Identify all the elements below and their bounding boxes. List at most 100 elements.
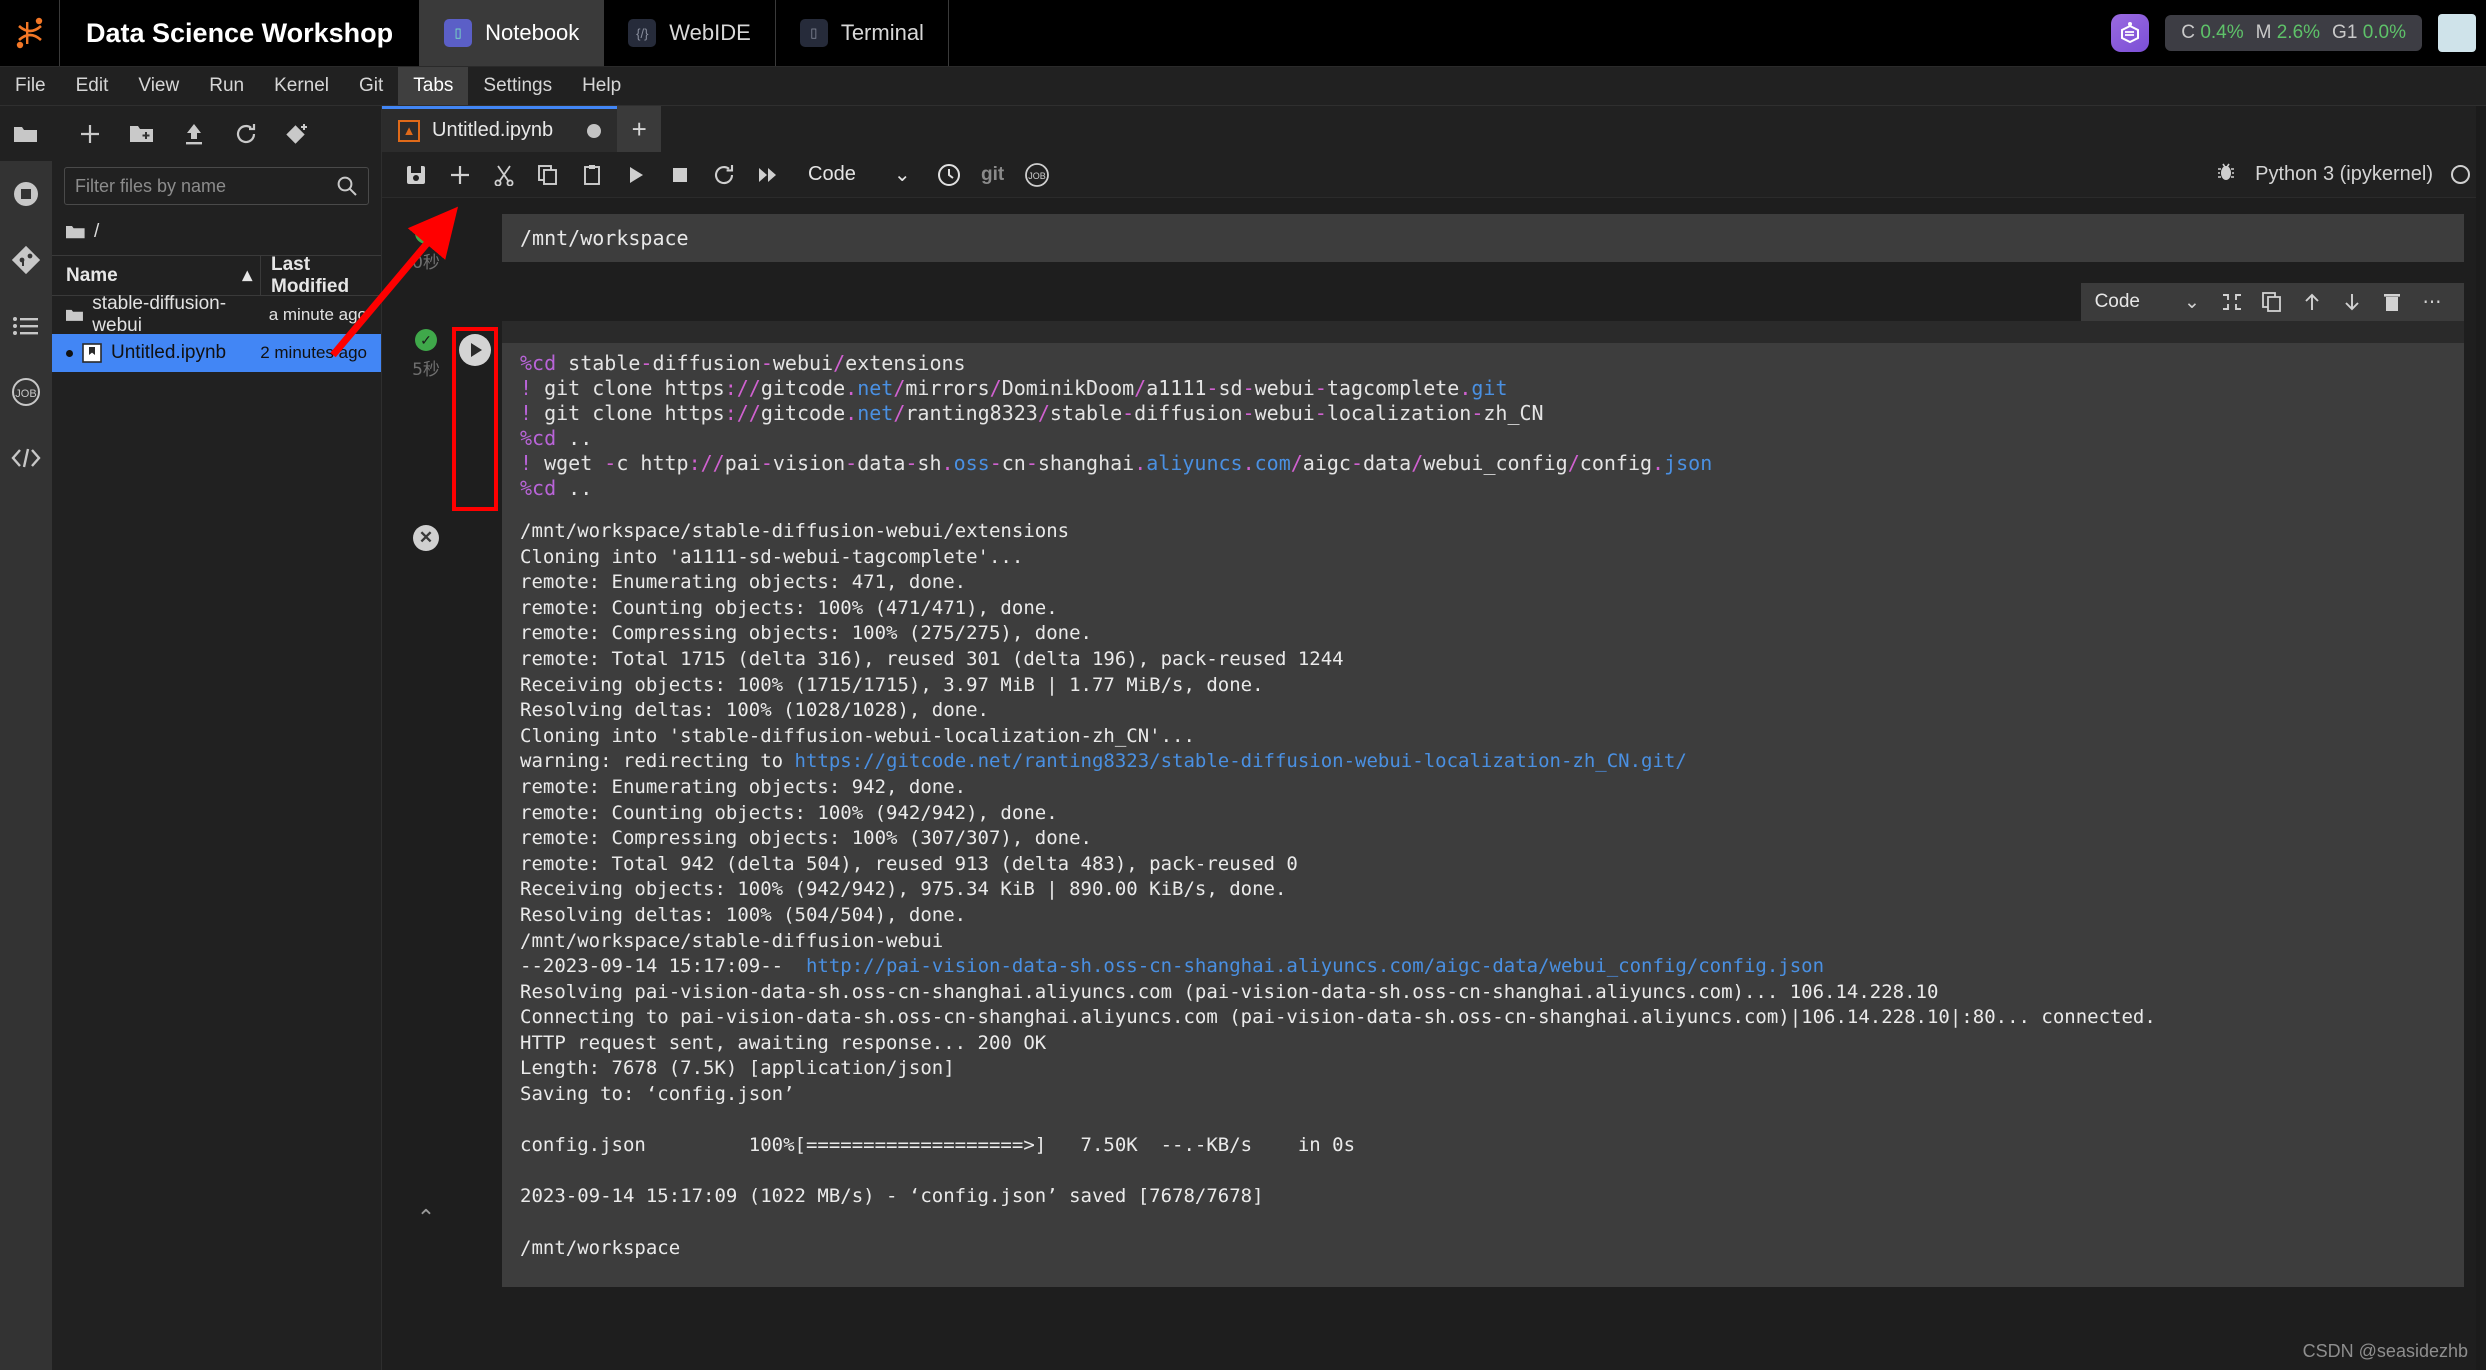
menubar: File Edit View Run Kernel Git Tabs Setti… [0,67,2486,106]
cell-toolbar-type[interactable]: Code [2095,291,2140,313]
rail-item-toc[interactable] [0,293,52,359]
jupyter-logo-icon[interactable] [0,0,60,66]
bug-icon[interactable] [2215,161,2237,189]
cell-type-select[interactable]: Code ⌄ [808,162,911,187]
breadcrumb[interactable]: / [52,215,381,255]
cell-2-exec-time: 5秒 [412,360,440,380]
table-row[interactable]: Untitled.ipynb 2 minutes ago [52,334,381,372]
svg-text:JOB: JOB [1028,171,1046,181]
jupyterlab-window: Data Science Workshop ▯ Notebook {/} Web… [0,0,2486,1370]
menu-edit[interactable]: Edit [61,67,124,105]
resource-usage-indicator[interactable]: C 0.4% M 2.6% G1 0.0% [2165,15,2422,51]
output-link[interactable]: https://gitcode.net/ranting8323/stable-d… [795,750,1687,772]
column-modified[interactable]: Last Modified [261,254,381,298]
output-line: Receiving objects: 100% (942/942), 975.3… [520,878,1287,901]
output-line: Resolving deltas: 100% (1028/1028), done… [520,699,989,722]
upload-icon [186,123,202,144]
code-cell-source[interactable]: %cd stable-diffusion-webui/extensions ! … [502,343,2464,511]
refresh-button[interactable] [220,112,272,156]
rail-item-file-browser[interactable] [0,106,52,161]
search-input[interactable] [75,175,336,197]
notebook-cell-2[interactable]: ✓ 5秒 Code ⌄ ⋯ %cd stable-diffusion-webui… [404,283,2464,511]
more-icon[interactable]: ⋯ [2414,286,2450,318]
job-button[interactable]: JOB [1015,155,1059,195]
code-line-3: ! git clone https://gitcode.net/ranting8… [520,401,1544,425]
table-row[interactable]: stable-diffusion-webui a minute ago [52,293,381,336]
collapse-output-icon[interactable]: ⌃ [417,1205,435,1287]
add-tab-button[interactable]: + [617,106,662,152]
folder-icon [66,226,85,239]
table-of-contents-icon [13,317,38,335]
file-filter[interactable] [64,167,369,205]
search-icon [337,176,357,196]
notebook-editor: ▲ Untitled.ipynb + Code ⌄ git JOB Python… [382,106,2486,1370]
move-down-icon[interactable] [2334,286,2370,318]
run-cell-button[interactable] [614,155,658,195]
menu-kernel[interactable]: Kernel [259,67,344,105]
cell-1-output-text: /mnt/workspace [520,226,689,250]
top-nav-webide[interactable]: {/} WebIDE [604,0,776,66]
trash-icon[interactable] [2374,286,2410,318]
user-avatar-icon[interactable] [2438,14,2476,52]
chevron-down-icon[interactable]: ⌄ [2174,286,2210,318]
cell-2-output-area: ✕ ⌃ /mnt/workspace/stable-diffusion-webu… [404,511,2464,1288]
move-up-icon[interactable] [2294,286,2330,318]
paste-cell-button[interactable] [570,155,614,195]
rail-item-jobs[interactable]: JOB [0,359,52,425]
menu-settings[interactable]: Settings [468,67,567,105]
restart-kernel-button[interactable] [702,155,746,195]
interrupt-kernel-button[interactable] [658,155,702,195]
column-name-label: Name [66,264,118,286]
menu-run[interactable]: Run [194,67,259,105]
output-line: remote: Total 1715 (delta 316), reused 3… [520,647,1344,670]
top-nav: ▯ Notebook {/} WebIDE ▯ Terminal [420,0,949,66]
insert-cell-button[interactable] [438,155,482,195]
rail-item-running[interactable] [0,161,52,227]
cut-cell-button[interactable] [482,155,526,195]
vertical-scrollbar[interactable] [2476,106,2486,1370]
cell-2-code-editor[interactable]: Code ⌄ ⋯ %cd stable-diffusion-webui/exte… [502,283,2464,511]
output-gutter: ✕ ⌃ [404,511,448,1287]
output-line: remote: Compressing objects: 100% (307/3… [520,827,1092,850]
history-button[interactable] [927,155,971,195]
cpu-label: C [2181,22,2196,43]
output-line: Receiving objects: 100% (1715/1715), 3.9… [520,673,1264,696]
restart-run-all-button[interactable] [746,155,790,195]
git-clone-button[interactable] [272,112,324,156]
kernel-name[interactable]: Python 3 (ipykernel) [2255,163,2433,186]
kernel-idle-icon[interactable] [2451,165,2470,184]
upload-button[interactable] [168,112,220,156]
collapse-icon[interactable] [2214,286,2250,318]
ai-assistant-icon[interactable] [2111,14,2150,52]
menu-help[interactable]: Help [567,67,636,105]
new-folder-button[interactable] [116,112,168,156]
run-cell-play-icon[interactable] [459,334,491,366]
code-line-5: ! wget -c http://pai-vision-data-sh.oss-… [520,451,1713,475]
output-line: Length: 7678 (7.5K) [application/json] [520,1057,955,1080]
memory-value: 2.6% [2276,22,2321,43]
menu-view[interactable]: View [123,67,194,105]
notebook-cell-1[interactable]: ✓ 0秒 /mnt/workspace [404,214,2464,273]
top-nav-notebook[interactable]: ▯ Notebook [420,0,605,66]
menu-git[interactable]: Git [344,67,398,105]
rail-item-git[interactable] [0,227,52,293]
git-button[interactable]: git [971,155,1015,195]
save-button[interactable] [394,155,438,195]
menu-file[interactable]: File [0,67,61,105]
output-line: remote: Counting objects: 100% (471/471)… [520,596,1058,619]
output-line: /mnt/workspace [520,1236,681,1259]
run-icon [630,166,643,183]
duplicate-icon[interactable] [2254,286,2290,318]
menu-tabs[interactable]: Tabs [398,67,469,105]
new-launcher-button[interactable] [64,112,116,156]
top-brand-bar: Data Science Workshop ▯ Notebook {/} Web… [0,0,2486,67]
rail-item-extensions[interactable] [0,425,52,491]
cell-1-run-slot [448,214,502,273]
column-name[interactable]: Name ▴ [52,256,261,295]
unsaved-indicator-icon[interactable] [587,123,602,138]
tab-untitled-ipynb[interactable]: ▲ Untitled.ipynb [382,106,618,152]
copy-cell-button[interactable] [526,155,570,195]
output-link[interactable]: http://pai-vision-data-sh.oss-cn-shangha… [806,955,1824,977]
top-nav-terminal[interactable]: ▯ Terminal [776,0,949,66]
copy-icon [538,164,557,185]
